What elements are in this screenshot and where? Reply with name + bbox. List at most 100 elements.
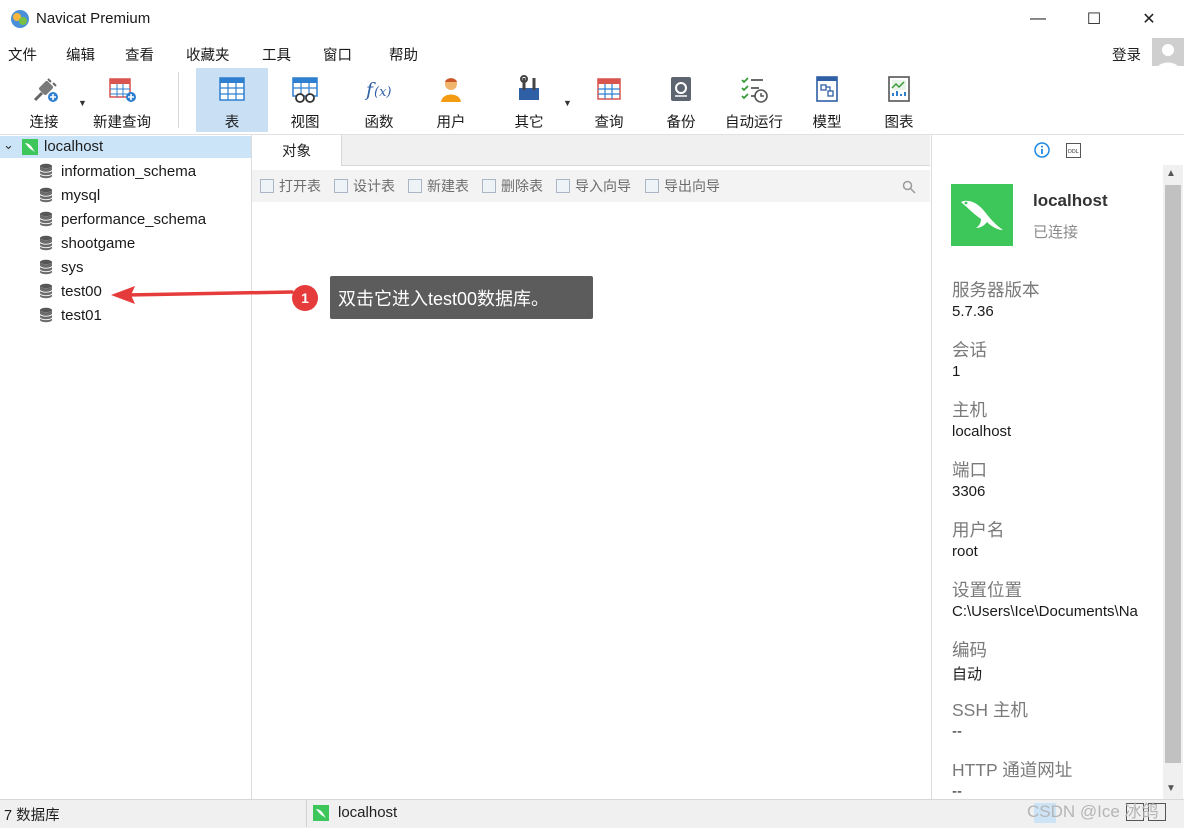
info-icon[interactable]	[1034, 142, 1050, 158]
open-table-label: 打开表	[279, 178, 321, 194]
other-dropdown-icon[interactable]: ▼	[563, 98, 572, 108]
tree-item-database[interactable]: performance_schema	[38, 207, 206, 231]
menu-edit[interactable]: 编辑	[66, 44, 95, 65]
new-query-button[interactable]: 新建查询	[88, 68, 156, 132]
menu-tools[interactable]: 工具	[262, 44, 291, 65]
database-label: mysql	[61, 186, 101, 204]
delete-table-icon	[482, 179, 496, 193]
info-label-http-tunnel: HTTP 通道网址	[952, 760, 1073, 780]
search-icon[interactable]	[902, 180, 916, 194]
model-label: 模型	[812, 115, 842, 131]
ddl-icon[interactable]: DDL	[1066, 143, 1081, 158]
menu-file[interactable]: 文件	[8, 44, 37, 65]
automation-icon	[739, 74, 769, 104]
minimize-button[interactable]: —	[1015, 0, 1061, 38]
tree-item-database-test00[interactable]: test00	[38, 279, 102, 303]
database-label: information_schema	[61, 162, 197, 180]
function-label: 函数	[364, 115, 394, 131]
open-table-icon	[260, 179, 274, 193]
tree-item-database[interactable]: information_schema	[38, 159, 196, 183]
function-button[interactable]: f (x) 函数	[346, 68, 412, 132]
model-button[interactable]: 模型	[794, 68, 860, 132]
open-table-action[interactable]: 打开表	[260, 176, 321, 196]
automation-button[interactable]: 自动运行	[720, 68, 788, 132]
tree-item-database[interactable]: shootgame	[38, 231, 135, 255]
info-value-sessions: 1	[952, 363, 961, 380]
tree-item-database[interactable]: sys	[38, 255, 84, 279]
database-label: sys	[61, 258, 84, 276]
backup-icon	[666, 74, 696, 104]
login-link[interactable]: 登录	[1112, 44, 1141, 65]
connect-label: 连接	[29, 115, 59, 131]
view-label: 视图	[290, 115, 320, 131]
menu-favorites[interactable]: 收藏夹	[186, 44, 230, 65]
info-value-port: 3306	[952, 483, 986, 500]
database-icon	[39, 187, 53, 203]
view-button[interactable]: 视图	[272, 68, 338, 132]
table-button[interactable]: 表	[196, 68, 268, 132]
automation-label: 自动运行	[725, 115, 783, 131]
server-status: 已连接	[1033, 224, 1079, 241]
model-icon	[812, 74, 842, 104]
status-connection: localhost	[338, 804, 398, 821]
export-wizard-action[interactable]: 导出向导	[645, 176, 720, 196]
info-label-username: 用户名	[952, 520, 1005, 540]
tree-item-database[interactable]: mysql	[38, 183, 100, 207]
user-button[interactable]: 用户	[418, 68, 484, 132]
status-database-count: 7 数据库	[4, 808, 60, 824]
info-label-ssh-host: SSH 主机	[952, 700, 1028, 720]
info-value-host: localhost	[952, 423, 1012, 440]
import-wizard-action[interactable]: 导入向导	[556, 176, 631, 196]
other-button[interactable]: 其它	[496, 68, 562, 132]
navicat-logo-icon	[11, 10, 29, 28]
design-table-icon	[334, 179, 348, 193]
design-table-label: 设计表	[353, 178, 395, 194]
tree-connection-localhost[interactable]: ⌄ localhost	[0, 136, 251, 158]
connect-dropdown-icon[interactable]: ▼	[78, 98, 87, 108]
menu-window[interactable]: 窗口	[323, 44, 352, 65]
menu-view[interactable]: 查看	[125, 44, 154, 65]
menu-bar	[0, 38, 1184, 66]
chart-button[interactable]: 图表	[866, 68, 932, 132]
plug-icon	[29, 74, 59, 104]
menu-help[interactable]: 帮助	[389, 44, 418, 65]
design-table-action[interactable]: 设计表	[334, 176, 395, 196]
chart-icon	[884, 74, 914, 104]
info-label-server-version: 服务器版本	[952, 280, 1040, 300]
tree-item-database[interactable]: test01	[38, 303, 102, 327]
backup-label: 备份	[666, 115, 696, 131]
import-wizard-label: 导入向导	[575, 178, 631, 194]
function-icon: f (x)	[364, 74, 394, 104]
delete-table-label: 删除表	[501, 178, 543, 194]
info-value-settings-location: C:\Users\Ice\Documents\Na	[952, 603, 1138, 620]
status-divider	[306, 800, 307, 827]
database-label: test01	[61, 306, 102, 324]
tab-objects[interactable]: 对象	[252, 135, 342, 166]
title-bar	[0, 0, 1184, 38]
watermark: CSDN @Ice 冰鸽	[1027, 802, 1159, 821]
scroll-down-icon[interactable]: ▼	[1166, 783, 1176, 794]
info-scrollbar-thumb[interactable]	[1165, 185, 1181, 763]
backup-button[interactable]: 备份	[648, 68, 714, 132]
new-table-action[interactable]: 新建表	[408, 176, 469, 196]
mysql-connection-icon	[22, 139, 38, 155]
tree-root-label: localhost	[44, 138, 104, 155]
maximize-button[interactable]: ☐	[1071, 0, 1117, 38]
info-value-ssh-host: --	[952, 723, 962, 740]
scroll-up-icon[interactable]: ▲	[1166, 168, 1176, 179]
info-label-encoding: 编码	[952, 640, 987, 660]
delete-table-action[interactable]: 删除表	[482, 176, 543, 196]
chevron-down-icon[interactable]: ⌄	[3, 137, 14, 153]
database-icon	[39, 163, 53, 179]
close-button[interactable]: ✕	[1126, 0, 1172, 38]
import-wizard-icon	[556, 179, 570, 193]
table-label: 表	[224, 115, 240, 131]
export-wizard-icon	[645, 179, 659, 193]
annotation-arrow-icon	[111, 286, 294, 304]
new-table-label: 新建表	[427, 178, 469, 194]
database-icon	[39, 259, 53, 275]
new-table-icon	[408, 179, 422, 193]
info-value-http-tunnel: --	[952, 783, 962, 799]
connect-button[interactable]: 连接	[14, 68, 74, 132]
query-button[interactable]: 查询	[576, 68, 642, 132]
